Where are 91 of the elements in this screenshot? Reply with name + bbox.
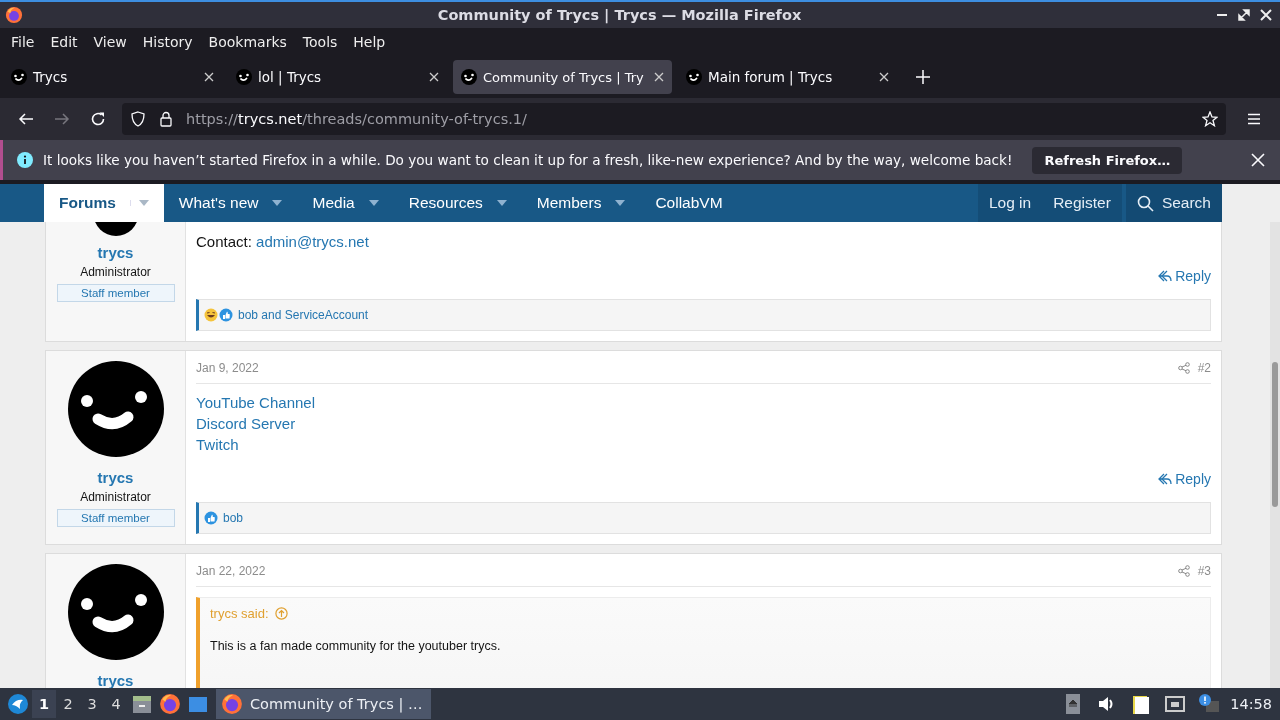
menu-item[interactable]: Help	[345, 34, 394, 50]
thumbs-up-icon	[204, 511, 218, 525]
reaction-names-link[interactable]: bob and ServiceAccount	[238, 308, 369, 322]
caret-icon[interactable]	[272, 200, 283, 206]
username-link[interactable]: trycs	[97, 244, 134, 261]
nav-tab[interactable]: CollabVM	[640, 184, 738, 222]
nav-tab[interactable]: Media	[297, 184, 394, 222]
forward-arrow-icon[interactable]	[54, 111, 70, 127]
network-icon[interactable]	[1164, 693, 1187, 715]
close-icon[interactable]	[204, 72, 214, 82]
star-icon[interactable]	[1202, 111, 1218, 127]
laughing-emoji-icon	[204, 308, 218, 322]
browser-tab[interactable]: Main forum | Trycs	[678, 60, 897, 94]
menu-item[interactable]: Tools	[294, 34, 346, 50]
menu-item[interactable]: Edit	[42, 34, 86, 50]
staff-badge: Staff member	[56, 509, 175, 527]
caret-icon[interactable]	[615, 200, 626, 206]
username-link[interactable]: trycs	[97, 469, 134, 486]
url-text: https://trycs.net/threads/community-of-trycs.1/	[186, 111, 528, 127]
text-link[interactable]: Twitch	[196, 436, 239, 453]
menu-item[interactable]: History	[134, 34, 201, 50]
browser-tab[interactable]: Community of Trycs | Try	[453, 60, 672, 94]
shield-icon[interactable]	[130, 111, 146, 127]
text-link[interactable]: YouTube Channel	[196, 394, 315, 411]
nav-tab[interactable]: Members	[521, 184, 641, 222]
reply-arrow-icon	[1158, 473, 1173, 485]
caret-icon[interactable]	[368, 200, 379, 206]
firefox-launcher-icon[interactable]	[159, 693, 181, 715]
nav-tab[interactable]: Forums	[44, 184, 164, 222]
search-button[interactable]: Search	[1125, 184, 1222, 222]
menu-item[interactable]: Bookmarks	[200, 34, 295, 50]
post-date[interactable]: Jan 9, 2022	[196, 361, 259, 375]
notification-message: It looks like you haven’t started Firefox in a while. Do you want to clean it up for a fresh, like-new experience? And by the way, welcome back!	[43, 152, 1013, 168]
browser-tab[interactable]: Trycs	[3, 60, 222, 94]
contact-label: Contact:	[196, 233, 252, 250]
close-icon[interactable]	[654, 72, 664, 82]
reload-icon[interactable]	[90, 111, 106, 127]
file-cabinet-icon[interactable]	[131, 693, 153, 715]
text-link[interactable]: Discord Server	[196, 415, 296, 432]
reply-button[interactable]: Reply	[1158, 268, 1211, 284]
menu-item[interactable]: File	[3, 34, 43, 50]
avatar-drawing[interactable]	[67, 361, 164, 457]
user-role: Administrator	[80, 265, 151, 279]
nav-tab[interactable]: What's new	[163, 184, 298, 222]
firefox-icon	[5, 6, 23, 24]
window-title: Community of Trycs | Trycs — Mozilla Firefox	[436, 7, 803, 23]
maximize-icon[interactable]	[1238, 9, 1250, 21]
reply-button[interactable]: Reply	[1158, 471, 1211, 487]
nav-link[interactable]: Log in	[977, 184, 1043, 222]
workspace-button[interactable]: 2	[56, 690, 80, 718]
share-icon[interactable]	[1177, 362, 1190, 374]
quote-text: This is a fan made community for the youtuber trycs.	[210, 639, 502, 653]
refresh-button[interactable]: Refresh Firefox…	[1032, 146, 1183, 174]
workspace-button[interactable]: 3	[80, 690, 104, 718]
address-bar[interactable]: https://trycs.net/threads/community-of-trycs.1/	[122, 103, 1226, 135]
nav-link[interactable]: Register	[1042, 184, 1122, 222]
caret-icon[interactable]	[496, 200, 507, 206]
share-icon[interactable]	[1177, 565, 1190, 577]
firefox-icon	[221, 693, 243, 715]
taskbar-window-button[interactable]: Community of Trycs | …	[216, 689, 431, 719]
reaction-names-link[interactable]: bob	[223, 511, 244, 525]
plus-icon[interactable]	[916, 70, 930, 84]
post-number[interactable]: #3	[1197, 564, 1211, 578]
workspace-button[interactable]: 1	[32, 690, 56, 718]
email-link[interactable]: admin@trycs.net	[256, 233, 369, 250]
notification-icon[interactable]	[1198, 693, 1221, 715]
back-arrow-icon[interactable]	[18, 111, 34, 127]
reply-arrow-icon	[1158, 270, 1173, 282]
menu-item[interactable]: View	[85, 34, 135, 50]
menu-icon[interactable]	[1246, 111, 1262, 127]
search-icon[interactable]	[1136, 194, 1154, 212]
browser-tab[interactable]: lol | Trycs	[228, 60, 447, 94]
lock-icon[interactable]	[158, 111, 174, 127]
tab-favicon-icon	[236, 69, 252, 85]
post-date[interactable]: Jan 22, 2022	[196, 564, 266, 578]
clock: 14:58	[1230, 696, 1272, 712]
tab-favicon-icon	[461, 69, 477, 85]
post-number[interactable]: #2	[1197, 361, 1211, 375]
nav-tab[interactable]: Resources	[393, 184, 522, 222]
close-icon[interactable]	[429, 72, 439, 82]
close-icon[interactable]	[879, 72, 889, 82]
thumbs-up-icon	[219, 308, 233, 322]
info-icon	[17, 152, 33, 168]
staff-badge: Staff member	[56, 284, 175, 302]
scrollbar[interactable]	[1270, 222, 1280, 688]
start-menu-icon[interactable]	[7, 693, 29, 715]
workspace-button[interactable]: 4	[104, 690, 128, 718]
tab-favicon-icon	[11, 69, 27, 85]
tab-favicon-icon	[686, 69, 702, 85]
user-role: Administrator	[80, 490, 151, 504]
avatar-drawing[interactable]	[67, 564, 164, 660]
